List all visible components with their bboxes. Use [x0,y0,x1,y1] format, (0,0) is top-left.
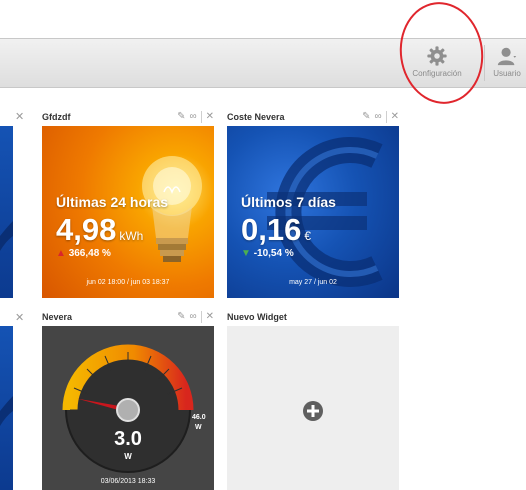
tool-divider [200,311,202,323]
widget-tools: ✎ ∞ ✕ [177,110,214,124]
widget-title: Nevera [42,312,73,322]
tool-divider [200,111,202,123]
tool-divider [385,111,387,123]
date-range: may 27 / jun 02 [289,279,337,286]
pencil-icon[interactable]: ✎ [177,110,185,124]
widget-header: Gfdzdf ✎ ∞ ✕ [42,110,214,126]
period-label: Últimas 24 horas [56,194,169,210]
widget-tile[interactable]: 3.0 W 46.0 W 03/06/2013 18:33 [42,326,214,490]
link-icon[interactable]: ∞ [374,110,381,124]
annotation-circle [393,0,490,110]
close-icon[interactable]: ✕ [391,110,399,124]
widget-nuevo: Nuevo Widget [227,310,399,490]
link-icon[interactable]: ∞ [189,310,196,324]
widget-header: Nuevo Widget [227,310,399,326]
close-icon[interactable]: ✕ [206,310,214,324]
link-icon[interactable]: ∞ [189,110,196,124]
widget-nevera: Nevera ✎ ∞ ✕ 3.0 W 46.0 W 03/06/2013 18:… [42,310,214,490]
widget-title: Gfdzdf [42,112,71,122]
value-number: 0,16 [241,212,302,247]
period-label: Últimos 7 días [241,194,336,210]
delta-change: ▼ -10,54 % [241,248,294,259]
triangle-up-icon: ▲ [56,248,66,259]
gauge-hub [116,398,140,422]
partial-widget-graphic [0,396,13,426]
widget-tile[interactable]: Últimos 7 días 0,16 € ▼ -10,54 % may 27 /… [227,126,399,298]
plus-circle-icon[interactable] [302,400,324,422]
widget-header: Nevera ✎ ∞ ✕ [42,310,214,326]
metric-value: 0,16 € [241,212,311,248]
value-unit: € [304,229,312,243]
widget-tools: ✎ ∞ ✕ [177,310,214,324]
usuario-button[interactable]: Usuario [488,43,526,78]
widget-tile[interactable]: Últimas 24 horas 4,98 kWh ▲ 366,48 % jun … [42,126,214,298]
pencil-icon[interactable]: ✎ [177,310,185,324]
gauge-unit: W [124,452,132,461]
gauge-max-value: 46.0 [192,414,206,421]
timestamp: 03/06/2013 18:33 [100,478,156,485]
close-icon[interactable]: ✕ [15,311,24,324]
delta-value: -10,54 % [253,248,294,259]
partial-widget-tile [0,326,13,490]
widget-header: Coste Nevera ✎ ∞ ✕ [227,110,399,126]
partial-widget-tile [0,126,13,298]
close-icon[interactable]: ✕ [15,110,24,123]
delta-value: 366,48 % [68,248,111,259]
widget-coste-nevera: Coste Nevera ✎ ∞ ✕ Últimos 7 días 0,16 € … [227,110,399,298]
close-icon[interactable]: ✕ [206,110,214,124]
widget-tools: ✎ ∞ ✕ [362,110,399,124]
gauge-value: 3.0 [114,428,142,450]
partial-widget-graphic [0,221,13,251]
power-gauge [62,344,194,473]
pencil-icon[interactable]: ✎ [362,110,370,124]
triangle-down-icon: ▼ [241,248,251,259]
value-number: 4,98 [56,212,117,247]
usuario-label: Usuario [493,69,521,78]
widget-title: Nuevo Widget [227,312,287,322]
value-unit: kWh [119,229,144,243]
user-icon [497,47,517,66]
widget-title: Coste Nevera [227,112,285,122]
delta-change: ▲ 366,48 % [56,248,111,259]
add-widget-tile[interactable] [227,326,399,490]
gauge-max-unit: W [195,424,202,431]
widget-gfdzdf: Gfdzdf ✎ ∞ ✕ Últimas 24 horas 4,98 kWh ▲ … [42,110,214,298]
date-range: jun 02 18:00 / jun 03 18:37 [86,279,170,286]
metric-value: 4,98 kWh [56,212,143,248]
toolbar-divider [484,45,485,81]
